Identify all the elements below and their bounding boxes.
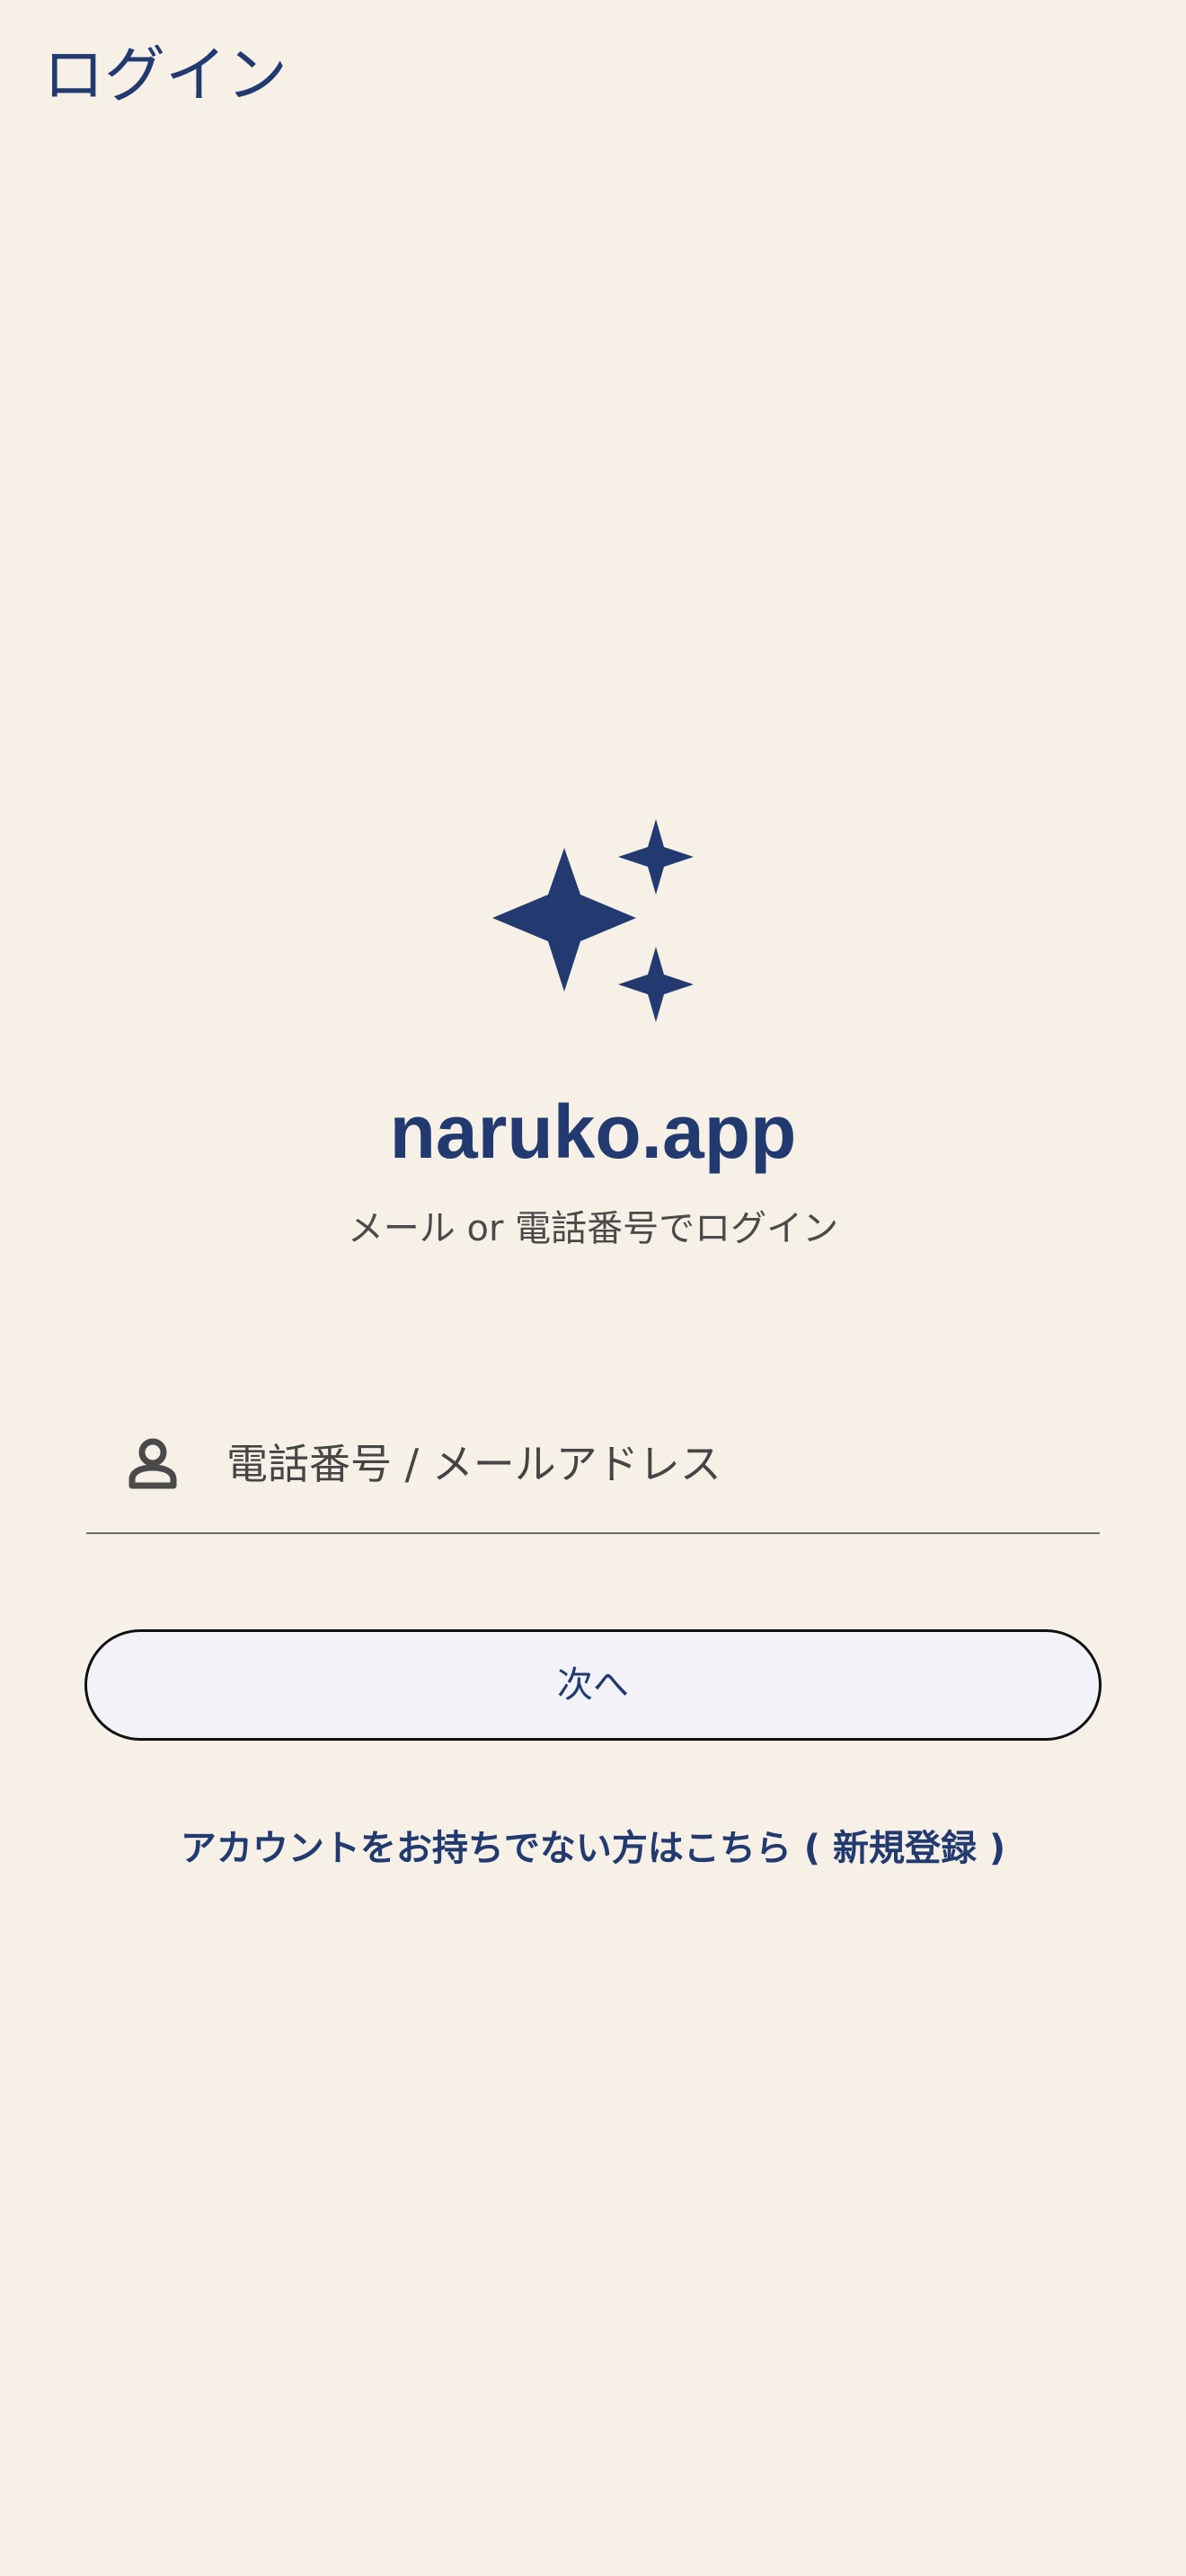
signup-link[interactable]: アカウントをお持ちでない方はこちら ( 新規登録 ) bbox=[0, 1823, 1186, 1874]
identifier-input[interactable] bbox=[226, 1419, 1071, 1509]
user-icon bbox=[128, 1438, 177, 1489]
page-title: ログイン bbox=[43, 40, 288, 111]
next-button[interactable]: 次へ bbox=[84, 1629, 1102, 1741]
identifier-field[interactable] bbox=[86, 1401, 1100, 1534]
sparkles-icon bbox=[492, 819, 694, 1022]
app-name: naruko.app bbox=[389, 1090, 797, 1174]
login-subtitle: メール or 電話番号でログイン bbox=[347, 1208, 839, 1249]
